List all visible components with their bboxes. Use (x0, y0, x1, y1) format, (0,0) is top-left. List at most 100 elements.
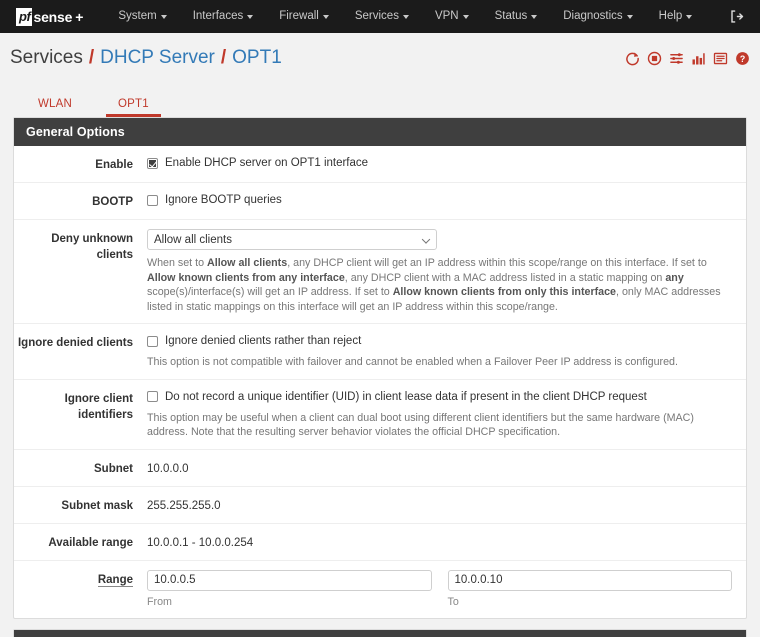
nav-item-label: System (118, 0, 156, 33)
help-text-bold: Allow all clients (207, 257, 287, 269)
enable-dhcp-checkbox[interactable]: Enable DHCP server on OPT1 interface (147, 155, 732, 171)
select-selected-value: Allow all clients (154, 234, 232, 246)
tab-label: OPT1 (118, 98, 149, 110)
row-available-range: Available range 10.0.0.1 - 10.0.0.254 (14, 524, 746, 561)
checkbox-box (147, 391, 158, 402)
ignore-denied-clients-control: Ignore denied clients rather than reject… (147, 333, 746, 370)
help-text-fragment: , any DHCP client with a MAC address lis… (345, 272, 666, 284)
brand-plus-mark: + (75, 9, 83, 25)
page-content: General Options Enable Enable DHCP serve… (0, 117, 760, 637)
nav-item-help[interactable]: Help (646, 0, 706, 33)
enable-checkbox-label: Enable DHCP server on OPT1 interface (165, 155, 368, 171)
additional-pools-panel: Additional Pools Add + Add pool If addit… (13, 629, 747, 637)
row-ignore-client-identifiers: Ignore client identifiers Do not record … (14, 380, 746, 450)
pfsense-logo[interactable]: pf sense + (16, 8, 83, 26)
help-text-fragment: When set to (147, 257, 207, 269)
stop-service-icon[interactable] (647, 51, 662, 66)
nav-item-system[interactable]: System (105, 0, 179, 33)
breadcrumb: Services / DHCP Server / OPT1 (10, 47, 282, 69)
help-question-icon[interactable]: ? (735, 51, 750, 66)
nav-item-interfaces[interactable]: Interfaces (180, 0, 267, 33)
enable-label: Enable (14, 155, 147, 173)
chevron-down-icon (323, 15, 329, 19)
breadcrumb-separator: / (221, 47, 226, 69)
nav-item-label: Services (355, 0, 399, 33)
chevron-down-icon (463, 15, 469, 19)
sign-out-icon[interactable] (729, 9, 744, 24)
row-bootp: BOOTP Ignore BOOTP queries (14, 183, 746, 220)
row-subnet: Subnet 10.0.0.0 (14, 450, 746, 487)
ignore-client-identifiers-label: Ignore client identifiers (14, 389, 147, 423)
nav-item-vpn[interactable]: VPN (422, 0, 482, 33)
tab-opt1[interactable]: OPT1 (102, 93, 165, 117)
help-text-bold: Allow known clients from any interface (147, 272, 345, 284)
range-label: Range (14, 570, 147, 588)
checkbox-box (147, 336, 158, 347)
subnet-mask-value: 255.255.255.0 (147, 496, 732, 514)
chevron-down-icon (531, 15, 537, 19)
range-from-col: From (147, 570, 432, 609)
chevron-down-icon (247, 15, 253, 19)
deny-unknown-clients-select[interactable]: Allow all clients (147, 229, 437, 250)
ignore-denied-clients-label: Ignore denied clients (14, 333, 147, 351)
nav-item-status[interactable]: Status (482, 0, 551, 33)
restart-service-icon[interactable] (625, 51, 640, 66)
filter-sliders-icon[interactable] (669, 51, 684, 66)
tab-wlan[interactable]: WLAN (22, 93, 88, 117)
deny-unknown-clients-help: When set to Allow all clients, any DHCP … (147, 256, 732, 314)
chevron-down-icon (686, 15, 692, 19)
range-label-text[interactable]: Range (98, 574, 133, 587)
ignore-client-identifiers-checkbox[interactable]: Do not record a unique identifier (UID) … (147, 389, 732, 405)
ignore-client-identifiers-control: Do not record a unique identifier (UID) … (147, 389, 746, 440)
main-nav: System Interfaces Firewall Services VPN … (105, 0, 705, 33)
row-ignore-denied-clients: Ignore denied clients Ignore denied clie… (14, 324, 746, 380)
chevron-down-icon (627, 15, 633, 19)
breadcrumb-section-link[interactable]: DHCP Server (100, 47, 215, 69)
general-options-body: Enable Enable DHCP server on OPT1 interf… (14, 146, 746, 618)
ignore-denied-clients-checkbox[interactable]: Ignore denied clients rather than reject (147, 333, 732, 349)
log-list-icon[interactable] (713, 51, 728, 66)
row-enable: Enable Enable DHCP server on OPT1 interf… (14, 146, 746, 183)
subnet-mask-label: Subnet mask (14, 496, 147, 514)
bootp-checkbox-label: Ignore BOOTP queries (165, 192, 282, 208)
help-text-bold: any (665, 272, 683, 284)
subnet-mask-control: 255.255.255.0 (147, 496, 746, 514)
range-to-input[interactable] (448, 570, 733, 591)
header-action-icons: ? (625, 51, 750, 66)
range-to-help: To (448, 595, 733, 609)
navbar-right (729, 0, 744, 33)
help-text-fragment: , any DHCP client will get an IP address… (287, 257, 707, 269)
ignore-bootp-checkbox[interactable]: Ignore BOOTP queries (147, 192, 732, 208)
range-from-input[interactable] (147, 570, 432, 591)
chevron-down-icon (403, 15, 409, 19)
brand-pf-mark: pf (16, 8, 32, 26)
nav-item-diagnostics[interactable]: Diagnostics (550, 0, 645, 33)
available-range-value: 10.0.0.1 - 10.0.0.254 (147, 533, 732, 551)
subnet-control: 10.0.0.0 (147, 459, 746, 477)
enable-control: Enable DHCP server on OPT1 interface (147, 155, 746, 171)
breadcrumb-root: Services (10, 47, 83, 69)
range-to-col: To (448, 570, 733, 609)
breadcrumb-current-page[interactable]: OPT1 (232, 47, 282, 69)
top-navbar: pf sense + System Interfaces Firewall Se… (0, 0, 760, 33)
ignore-denied-clients-checkbox-label: Ignore denied clients rather than reject (165, 333, 361, 349)
help-text-fragment: scope(s)/interface(s) will get an IP add… (147, 286, 393, 298)
breadcrumb-separator: / (89, 47, 94, 69)
ignore-client-identifiers-help: This option may be useful when a client … (147, 411, 732, 440)
general-options-heading: General Options (14, 118, 746, 146)
monitoring-chart-icon[interactable] (691, 51, 706, 66)
nav-item-label: Status (495, 0, 528, 33)
checkbox-box (147, 158, 158, 169)
nav-item-label: Diagnostics (563, 0, 622, 33)
nav-item-services[interactable]: Services (342, 0, 422, 33)
page-header: Services / DHCP Server / OPT1 (0, 33, 760, 79)
nav-item-label: Firewall (279, 0, 319, 33)
nav-item-label: VPN (435, 0, 459, 33)
nav-item-firewall[interactable]: Firewall (266, 0, 342, 33)
subnet-label: Subnet (14, 459, 147, 477)
subnet-value: 10.0.0.0 (147, 459, 732, 477)
ignore-denied-clients-help: This option is not compatible with failo… (147, 355, 732, 370)
ignore-client-identifiers-checkbox-label: Do not record a unique identifier (UID) … (165, 389, 647, 405)
available-range-control: 10.0.0.1 - 10.0.0.254 (147, 533, 746, 551)
svg-text:?: ? (740, 53, 745, 63)
